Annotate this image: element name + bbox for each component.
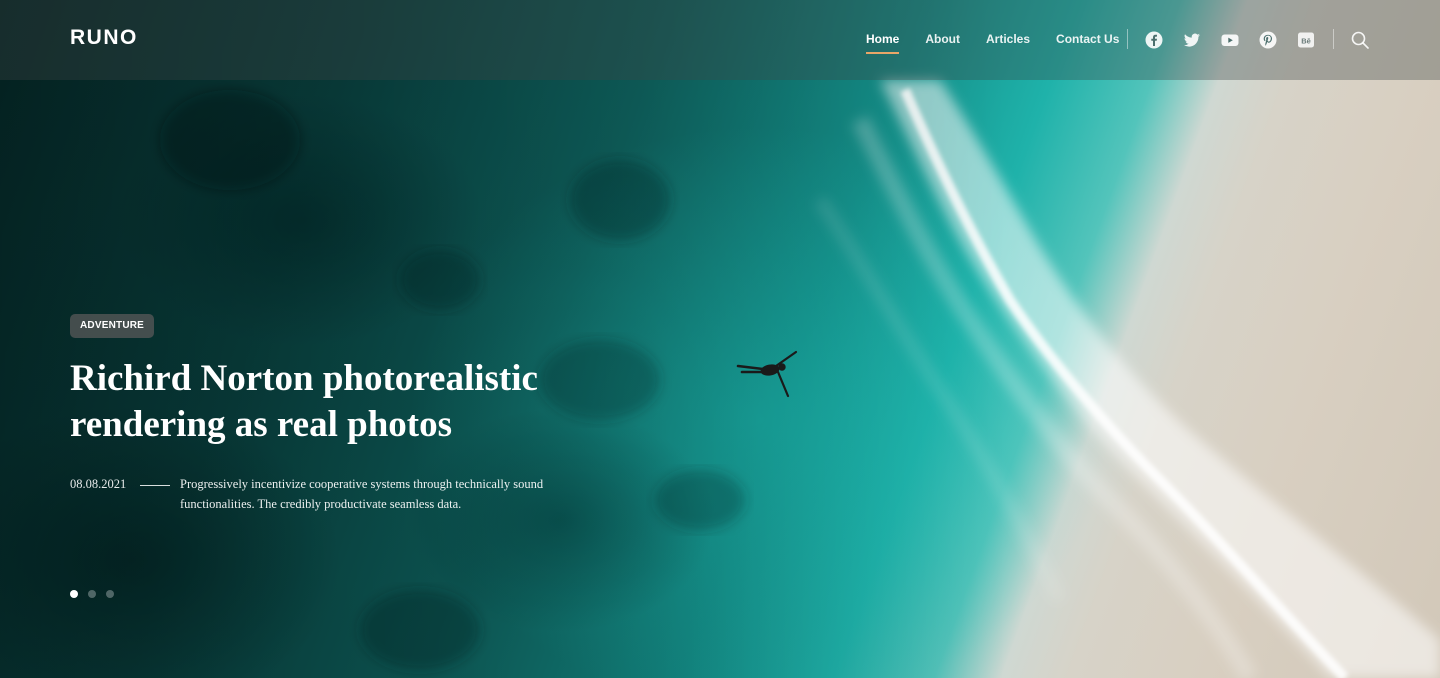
facebook-icon[interactable] (1145, 31, 1163, 49)
nav-home[interactable]: Home (866, 32, 900, 54)
hero-slider: RUNO Home About Articles Contact Us Bē A… (0, 0, 1440, 678)
youtube-icon[interactable] (1221, 31, 1239, 49)
nav-contact-us[interactable]: Contact Us (1056, 32, 1119, 54)
slider-dot-1[interactable] (70, 590, 78, 598)
slider-dot-2[interactable] (88, 590, 96, 598)
post-excerpt: Progressively incentivize cooperative sy… (180, 477, 544, 511)
site-header: RUNO Home About Articles Contact Us Bē (0, 0, 1440, 80)
twitter-icon[interactable] (1183, 31, 1201, 49)
site-logo[interactable]: RUNO (70, 26, 138, 50)
surf-foam-decoration (160, 80, 1440, 678)
search-icon[interactable] (1351, 31, 1369, 49)
main-nav: Home About Articles Contact Us (866, 32, 1119, 54)
nav-about[interactable]: About (925, 32, 960, 54)
svg-text:Bē: Bē (1301, 37, 1311, 46)
slider-pagination (70, 590, 114, 598)
search-divider (1333, 29, 1334, 49)
swimmer-figure (736, 350, 798, 398)
category-tag[interactable]: ADVENTURE (70, 314, 155, 338)
nav-articles[interactable]: Articles (986, 32, 1030, 54)
behance-icon[interactable]: Bē (1297, 31, 1315, 49)
hero-shade-overlay (0, 0, 1440, 678)
nav-divider (1127, 29, 1128, 49)
date-separator-line (140, 485, 170, 486)
post-title[interactable]: Richird Norton photorealistic rendering … (70, 356, 630, 448)
pinterest-icon[interactable] (1259, 31, 1277, 49)
post-date: 08.08.2021 (70, 477, 127, 491)
slider-dot-3[interactable] (106, 590, 114, 598)
